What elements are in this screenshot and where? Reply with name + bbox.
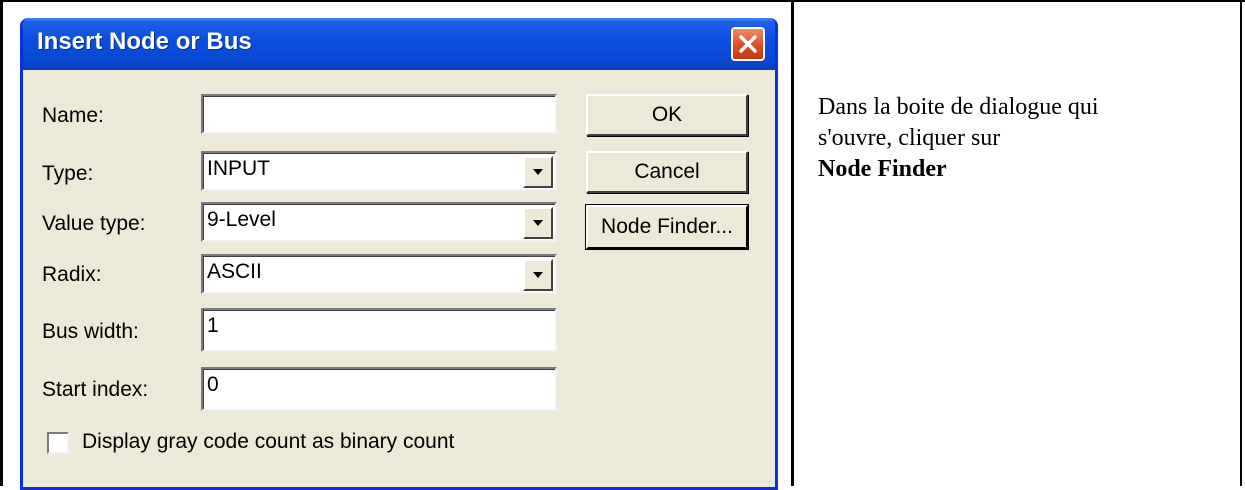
start-index-input-value: 0	[207, 373, 219, 396]
ok-button-label: OK	[651, 103, 683, 126]
bus-width-label: Bus width:	[42, 320, 139, 343]
chevron-down-icon	[533, 220, 543, 226]
radix-select[interactable]: ASCII	[201, 254, 557, 294]
instruction-line-3: Node Finder	[818, 156, 947, 182]
value-type-select-value: 9-Level	[207, 208, 276, 231]
gray-code-checkbox[interactable]	[47, 432, 69, 454]
name-input[interactable]	[201, 94, 557, 134]
value-type-dropdown-button[interactable]	[523, 207, 553, 239]
type-select-value: INPUT	[207, 157, 270, 180]
insert-node-dialog: Insert Node or Bus Name: Type: INPUT Val…	[20, 18, 778, 490]
title-bar[interactable]: Insert Node or Bus	[23, 18, 775, 70]
radix-label: Radix:	[42, 263, 102, 286]
type-select[interactable]: INPUT	[201, 151, 557, 191]
type-label: Type:	[42, 162, 94, 185]
instruction-line-1: Dans la boite de dialogue qui	[818, 94, 1099, 120]
cancel-button-label: Cancel	[634, 160, 700, 183]
chevron-down-icon	[533, 272, 543, 278]
start-index-label: Start index:	[42, 378, 149, 401]
table-border-middle	[791, 0, 794, 486]
radix-select-value: ASCII	[207, 260, 262, 283]
table-border-top	[0, 0, 1245, 2]
table-border-left	[0, 0, 3, 486]
type-dropdown-button[interactable]	[523, 156, 553, 188]
radix-dropdown-button[interactable]	[523, 259, 553, 291]
cancel-button[interactable]: Cancel	[586, 151, 748, 193]
start-index-input[interactable]: 0	[201, 367, 557, 411]
ok-button[interactable]: OK	[586, 94, 748, 136]
value-type-label: Value type:	[42, 212, 146, 235]
gray-code-checkbox-label[interactable]: Display gray code count as binary count	[82, 430, 454, 454]
instruction-line-2: s'ouvre, cliquer sur	[818, 125, 1001, 151]
table-border-right	[1240, 0, 1242, 486]
dialog-title: Insert Node or Bus	[37, 28, 252, 55]
value-type-select[interactable]: 9-Level	[201, 202, 557, 242]
node-finder-button[interactable]: Node Finder...	[586, 205, 748, 249]
bus-width-input[interactable]: 1	[201, 308, 557, 352]
close-button[interactable]	[731, 27, 765, 61]
chevron-down-icon	[533, 169, 543, 175]
bus-width-input-value: 1	[207, 314, 219, 337]
name-label: Name:	[42, 104, 104, 127]
node-finder-button-label: Node Finder...	[601, 215, 733, 238]
close-icon	[739, 35, 757, 53]
